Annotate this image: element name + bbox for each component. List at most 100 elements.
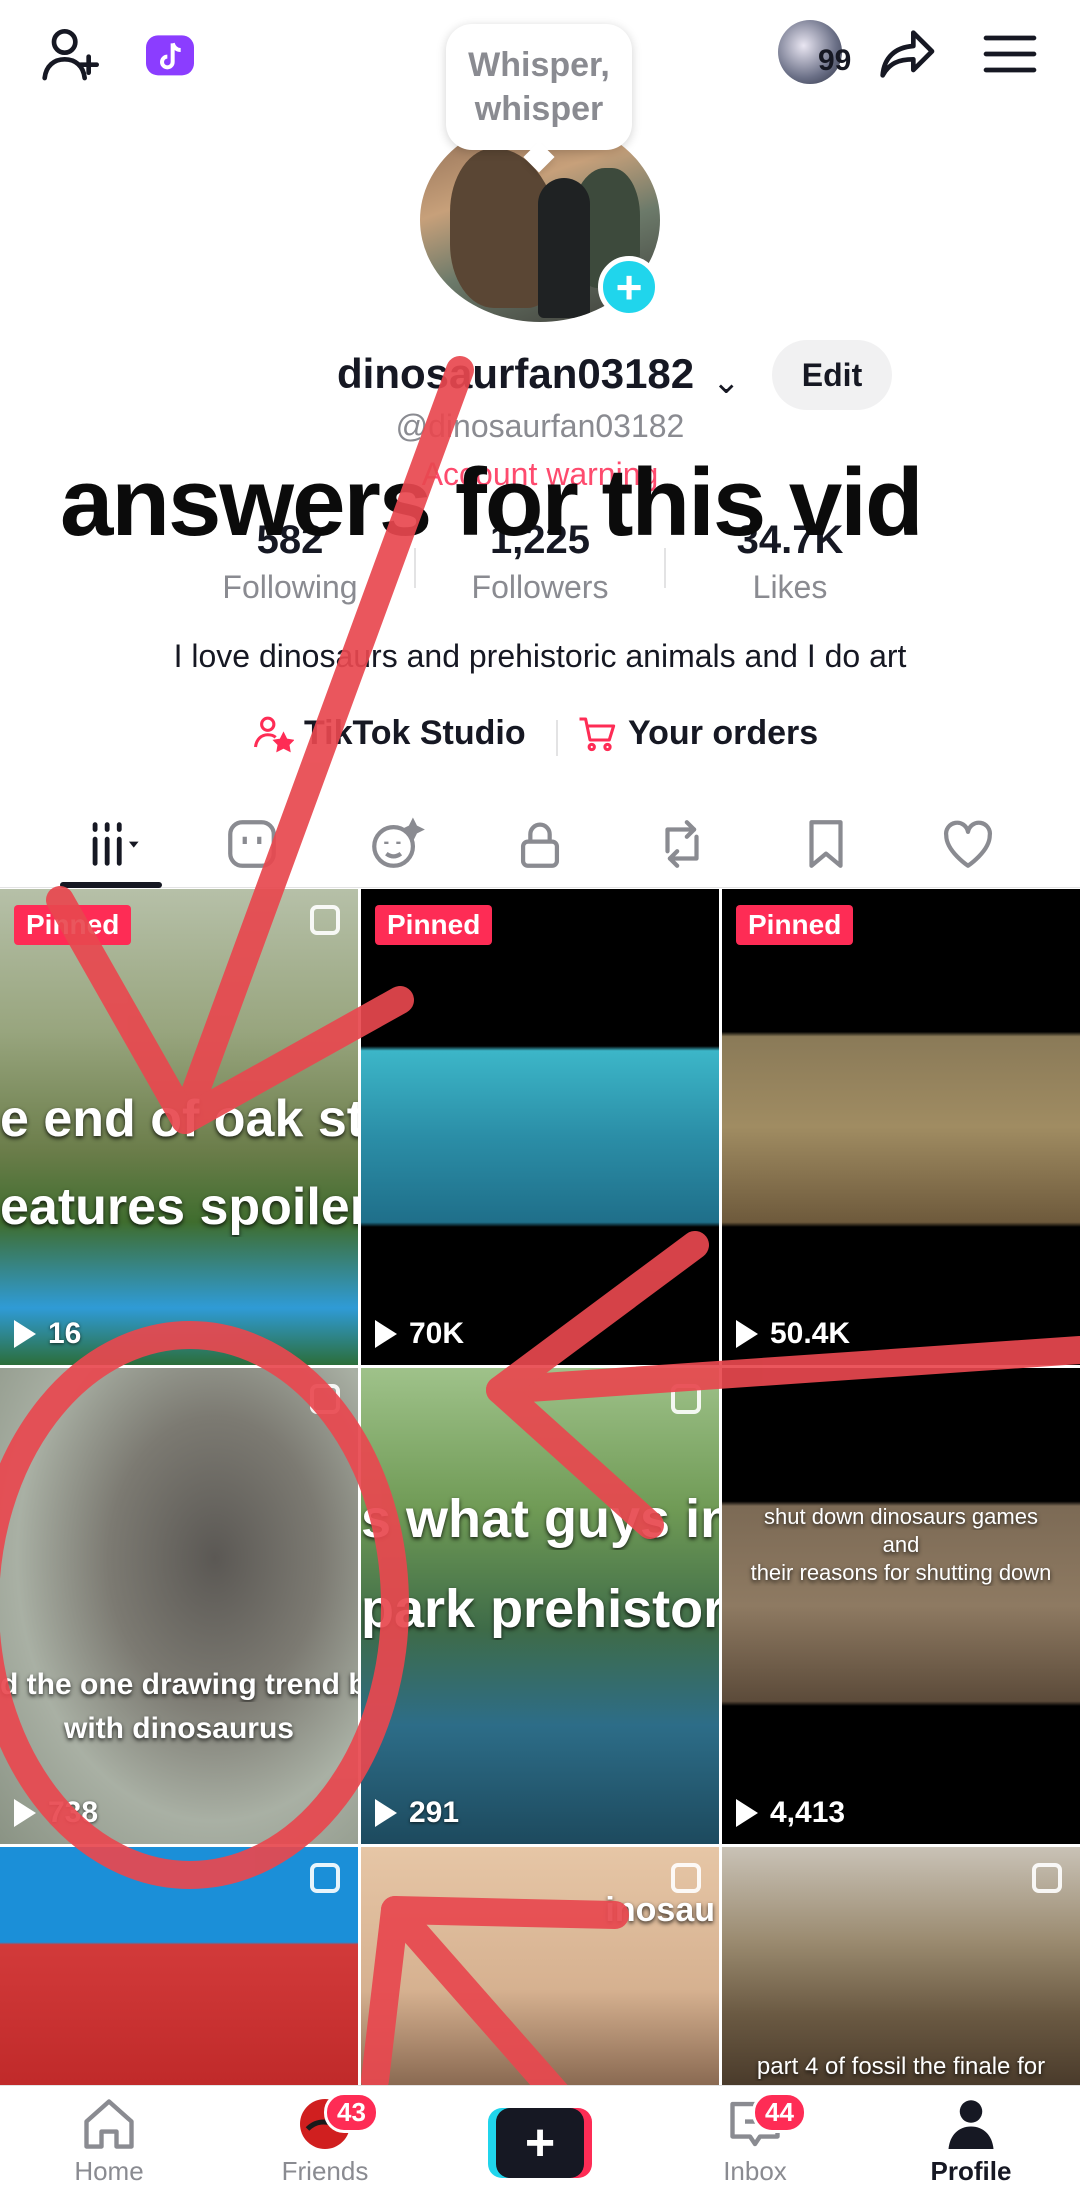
tiktok-app-icon[interactable]: [134, 18, 206, 90]
lock-icon: [520, 822, 560, 868]
nav-label: Inbox: [723, 2156, 787, 2186]
multi-photo-icon: [671, 1863, 701, 1893]
plus-icon: +: [496, 2108, 584, 2178]
home-icon: [84, 2099, 134, 2149]
nav-label: Home: [74, 2156, 144, 2186]
orders-label: Your orders: [628, 713, 819, 752]
view-count: 4,413: [736, 1796, 845, 1830]
video-caption: part 4 of fossil the finale for: [756, 2053, 1046, 2080]
bubble-line-2: whisper: [474, 90, 604, 128]
play-icon: [736, 1799, 758, 1827]
video-tile[interactable]: inosau: [361, 1847, 719, 2085]
multi-photo-icon: [310, 905, 340, 935]
view-count-value: 50.4K: [770, 1317, 851, 1350]
nav-label: Friends: [281, 2156, 369, 2186]
username[interactable]: dinosaurfan03182: [337, 350, 694, 398]
tab-private[interactable]: [504, 812, 576, 876]
add-friend-icon[interactable]: [34, 18, 106, 90]
menu-icon[interactable]: [974, 18, 1046, 90]
view-count: 291: [375, 1796, 459, 1830]
video-caption: inosau: [605, 1891, 715, 1929]
nav-inbox[interactable]: Inbox 44: [680, 2092, 830, 2187]
nav-home[interactable]: Home: [34, 2094, 184, 2187]
chevron-down-icon[interactable]: ⌄: [712, 362, 741, 402]
play-icon: [375, 1799, 397, 1827]
video-tile[interactable]: s what guys in m park prehistorica 291: [361, 1368, 719, 1844]
view-count-value: 4,413: [770, 1796, 846, 1829]
pinned-badge: Pinned: [375, 905, 493, 945]
video-caption: e end of oak stre: [0, 1090, 358, 1148]
video-caption: d the one drawing trend b: [0, 1668, 358, 1701]
profile-links: TikTok Studio Your orders: [0, 712, 1080, 762]
tab-favorites[interactable]: [790, 812, 862, 876]
tab-ai-self[interactable]: [360, 812, 432, 876]
stat-label: Following: [222, 569, 358, 605]
video-caption: and: [882, 1532, 920, 1557]
divider: [556, 720, 558, 756]
ai-face-icon: [372, 817, 425, 868]
content-tabs: [0, 800, 1080, 888]
view-count: 50.4K: [736, 1317, 850, 1351]
friends-badge: 43: [324, 2092, 379, 2133]
view-count: 70K: [375, 1317, 464, 1351]
video-caption: eatures spoiler wa: [0, 1178, 358, 1236]
video-thumbnail: [361, 889, 719, 1365]
sticker-icon: [228, 820, 276, 868]
story-count: 99: [818, 44, 852, 77]
heart-icon: [944, 820, 992, 868]
tiktok-studio-link[interactable]: TikTok Studio: [252, 712, 526, 754]
your-orders-link[interactable]: Your orders: [576, 712, 818, 754]
whisper-bubble[interactable]: Whisper, whisper: [446, 24, 632, 150]
video-tile[interactable]: d the one drawing trend b with dinosauru…: [0, 1368, 358, 1844]
profile-icon: [948, 2100, 994, 2149]
video-caption: with dinosaurus: [63, 1712, 294, 1745]
share-icon[interactable]: [872, 18, 944, 90]
overlay-caption: answers for this vid: [60, 449, 924, 556]
view-count-value: 70K: [409, 1317, 465, 1350]
studio-icon: [253, 716, 294, 753]
create-button[interactable]: +: [488, 2108, 592, 2178]
avatar-person: [538, 178, 590, 318]
tab-liked[interactable]: [932, 812, 1004, 876]
pinned-badge: Pinned: [736, 905, 854, 945]
video-grid: e end of oak stre eatures spoiler wa Pin…: [0, 889, 1080, 2085]
view-count-value: 291: [409, 1796, 460, 1829]
video-tile[interactable]: [0, 1847, 358, 2085]
tab-stickers[interactable]: [216, 812, 288, 876]
video-tile[interactable]: shut down dinosaurs games and their reas…: [722, 1368, 1080, 1844]
inbox-badge: 44: [752, 2092, 807, 2133]
multi-photo-icon: [310, 1384, 340, 1414]
tab-videos[interactable]: [76, 812, 148, 876]
multi-photo-icon: [1032, 1863, 1062, 1893]
view-count-value: 16: [48, 1317, 82, 1350]
repost-icon: [665, 820, 699, 868]
video-thumbnail: [722, 889, 1080, 1365]
nav-profile[interactable]: Profile: [896, 2094, 1046, 2187]
add-story-plus-icon[interactable]: +: [598, 256, 660, 318]
play-icon: [375, 1320, 397, 1348]
studio-label: TikTok Studio: [304, 713, 526, 752]
video-caption: park prehistorica: [361, 1579, 719, 1639]
video-thumbnail: [722, 1847, 1080, 2085]
video-thumbnail: [361, 1847, 719, 2085]
video-thumbnail: [722, 1368, 1080, 1844]
video-tile[interactable]: Pinned 50.4K: [722, 889, 1080, 1365]
tab-reposts[interactable]: [646, 812, 718, 876]
video-tile[interactable]: part 4 of fossil the finale for: [722, 1847, 1080, 2085]
video-thumbnail: [0, 1847, 358, 2085]
nav-friends[interactable]: Friends 43: [250, 2092, 400, 2187]
video-tile[interactable]: Pinned 70K: [361, 889, 719, 1365]
edit-profile-button[interactable]: Edit: [772, 340, 892, 410]
video-caption: shut down dinosaurs games: [764, 1504, 1038, 1529]
video-caption: s what guys in m: [361, 1489, 719, 1549]
view-count-value: 738: [48, 1796, 99, 1829]
nav-label: Profile: [930, 2156, 1012, 2186]
play-icon: [736, 1320, 758, 1348]
user-handle: @dinosaurfan03182: [395, 408, 685, 444]
video-thumbnail: [0, 1368, 358, 1844]
view-count: 738: [14, 1796, 98, 1830]
video-tile[interactable]: e end of oak stre eatures spoiler wa Pin…: [0, 889, 358, 1365]
bubble-line-1: Whisper,: [468, 46, 610, 84]
pinned-badge: Pinned: [14, 905, 132, 945]
view-count: 16: [14, 1317, 81, 1351]
